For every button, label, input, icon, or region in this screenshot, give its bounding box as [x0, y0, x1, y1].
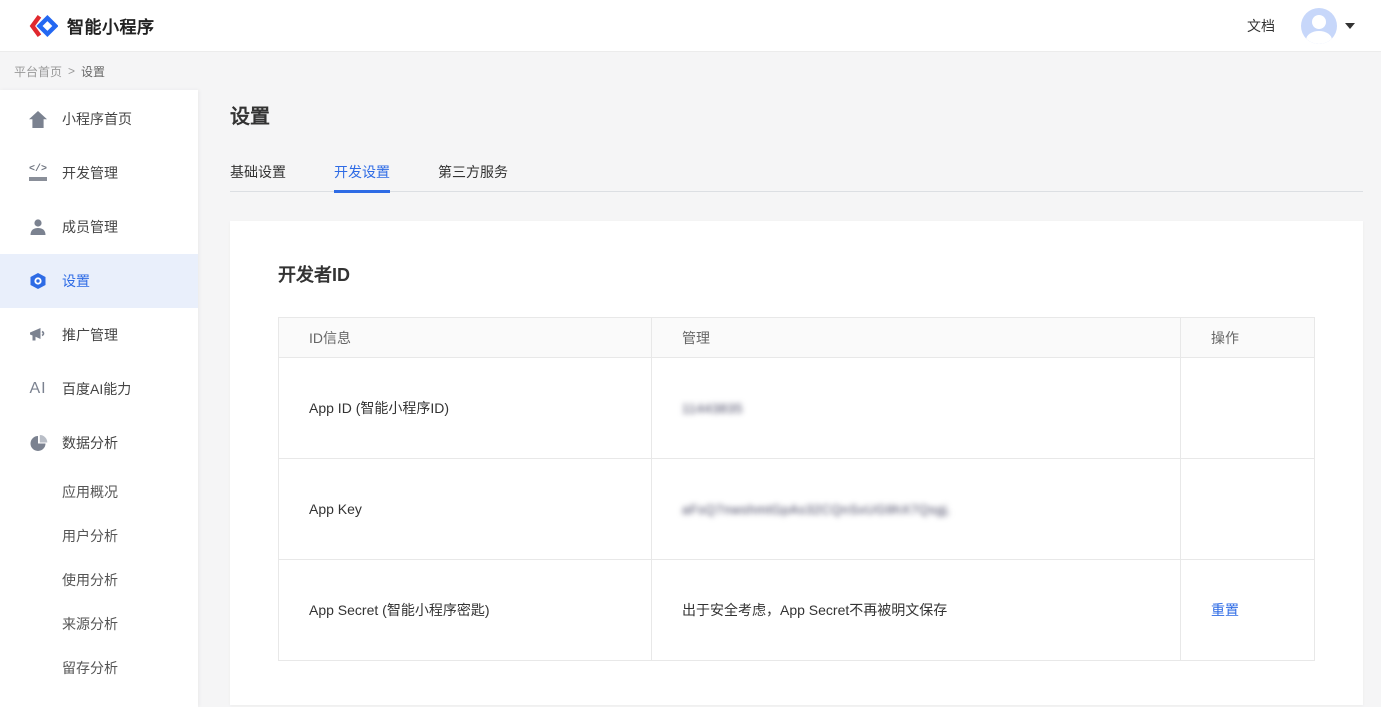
sidebar-item-settings[interactable]: 设置	[0, 254, 198, 308]
sidebar: 小程序首页 </> 开发管理 成员管理 设置	[0, 90, 198, 707]
breadcrumb: 平台首页 > 设置	[0, 52, 1381, 90]
sidebar-item-label: 百度AI能力	[62, 379, 131, 399]
table-header-row: ID信息 管理 操作	[279, 318, 1315, 358]
column-header-action: 操作	[1181, 318, 1315, 358]
sidebar-item-label: 小程序首页	[62, 109, 132, 129]
sidebar-subitem-user-analysis[interactable]: 用户分析	[0, 514, 198, 558]
card-heading: 开发者ID	[278, 261, 1315, 287]
sidebar-item-label: 开发管理	[62, 163, 118, 183]
top-header: 智能小程序 文档	[0, 0, 1381, 52]
user-menu[interactable]	[1301, 8, 1355, 44]
sidebar-subitem-source-analysis[interactable]: 来源分析	[0, 602, 198, 646]
sidebar-item-dev-management[interactable]: </> 开发管理	[0, 146, 198, 200]
sidebar-subitem-app-overview[interactable]: 应用概况	[0, 470, 198, 514]
sidebar-item-baidu-ai[interactable]: AI 百度AI能力	[0, 362, 198, 416]
sidebar-item-label: 设置	[62, 271, 90, 291]
sidebar-item-analytics[interactable]: 数据分析	[0, 416, 198, 470]
docs-link[interactable]: 文档	[1247, 16, 1275, 36]
app-secret-notice: 出于安全考虑，App Secret不再被明文保存	[652, 560, 1181, 661]
brand-title: 智能小程序	[67, 13, 155, 38]
app-key-label: App Key	[279, 459, 652, 560]
sidebar-item-home[interactable]: 小程序首页	[0, 92, 198, 146]
developer-id-table: ID信息 管理 操作 App ID (智能小程序ID) 11443835 App…	[278, 317, 1315, 661]
sidebar-item-label: 成员管理	[62, 217, 118, 237]
sidebar-subitem-usage-analysis[interactable]: 使用分析	[0, 558, 198, 602]
app-id-action-cell	[1181, 358, 1315, 459]
app-id-label: App ID (智能小程序ID)	[279, 358, 652, 459]
table-row: App Key aFsQ7nwshmtGpAs32CQnSxUG9hX7Qsgj…	[279, 459, 1315, 560]
ai-icon: AI	[26, 380, 50, 398]
member-icon	[26, 218, 50, 236]
page-title: 设置	[230, 103, 1363, 131]
smartapp-logo-icon	[28, 12, 58, 40]
app-id-value: 11443835	[682, 401, 743, 416]
main-content: 设置 基础设置 开发设置 第三方服务 开发者ID ID信息 管理 操作	[198, 90, 1381, 707]
tab-basic-settings[interactable]: 基础设置	[230, 162, 286, 191]
sidebar-item-promotion[interactable]: 推广管理	[0, 308, 198, 362]
app-secret-label: App Secret (智能小程序密匙)	[279, 560, 652, 661]
sidebar-item-label: 推广管理	[62, 325, 118, 345]
sidebar-subitem-retention-analysis[interactable]: 留存分析	[0, 646, 198, 690]
brand[interactable]: 智能小程序	[28, 12, 155, 40]
gear-icon	[26, 271, 50, 291]
breadcrumb-root[interactable]: 平台首页	[14, 63, 62, 80]
app-key-value: aFsQ7nwshmtGpAs32CQnSxUG9hX7Qsgj.	[682, 502, 951, 517]
code-icon: </>	[26, 165, 50, 181]
chevron-down-icon[interactable]	[1345, 23, 1355, 29]
sidebar-item-label: 数据分析	[62, 433, 118, 453]
tab-dev-settings[interactable]: 开发设置	[334, 162, 390, 191]
developer-id-card: 开发者ID ID信息 管理 操作 App ID (智能小程序ID) 114438…	[230, 221, 1363, 705]
sidebar-item-members[interactable]: 成员管理	[0, 200, 198, 254]
breadcrumb-separator: >	[68, 64, 75, 78]
settings-tabs: 基础设置 开发设置 第三方服务	[230, 162, 1363, 192]
megaphone-icon	[26, 326, 50, 344]
column-header-id-info: ID信息	[279, 318, 652, 358]
table-row: App Secret (智能小程序密匙) 出于安全考虑，App Secret不再…	[279, 560, 1315, 661]
tab-third-party-services[interactable]: 第三方服务	[438, 162, 508, 191]
home-icon	[26, 110, 50, 129]
reset-button[interactable]: 重置	[1211, 602, 1239, 618]
breadcrumb-current: 设置	[81, 63, 105, 80]
table-row: App ID (智能小程序ID) 11443835	[279, 358, 1315, 459]
avatar[interactable]	[1301, 8, 1337, 44]
pie-chart-icon	[26, 434, 50, 453]
app-key-action-cell	[1181, 459, 1315, 560]
column-header-management: 管理	[652, 318, 1181, 358]
